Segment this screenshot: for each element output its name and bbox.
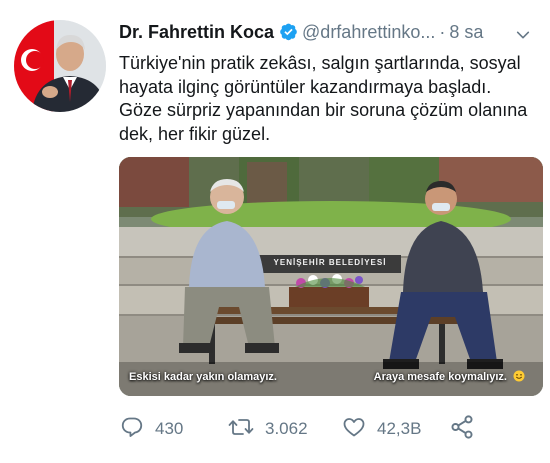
retweet-count: 3.062	[265, 419, 308, 438]
verified-badge-icon	[279, 22, 298, 46]
reply-count: 430	[155, 419, 184, 438]
like-button[interactable]: 42,3B	[341, 414, 421, 444]
media-caption-right: Araya mesafe koymalıyız.	[374, 370, 525, 383]
tweet-media[interactable]: YENİŞEHİR BELEDİYESİ Eskisi kadar yakın …	[119, 157, 543, 396]
retweet-button[interactable]: 3.062	[227, 414, 308, 444]
retweet-icon	[227, 415, 265, 444]
tweet-timestamp[interactable]: 8 sa	[449, 22, 483, 42]
share-button[interactable]	[449, 414, 485, 444]
tweet-header: Dr. Fahrettin Koca @drfahrettinko... · 8 sa	[119, 22, 539, 48]
media-caption-left: Eskisi kadar yakın olamayız.	[129, 371, 277, 383]
heart-icon	[341, 415, 377, 444]
share-icon	[449, 414, 485, 445]
chevron-down-icon[interactable]	[515, 27, 531, 48]
media-caption-right-text: Araya mesafe koymalıyız.	[373, 371, 507, 383]
meta-separator: ·	[439, 22, 446, 42]
like-count: 42,3B	[377, 419, 422, 438]
author-handle[interactable]: @drfahrettinko...	[302, 22, 435, 42]
tweet-text: Türkiye'nin pratik zekâsı, salgın şartla…	[119, 53, 528, 144]
smiling-face-icon	[513, 370, 525, 382]
author-avatar[interactable]	[14, 20, 106, 112]
bench-sign-text: YENİŞEHİR BELEDİYESİ	[273, 258, 387, 267]
reply-icon	[119, 415, 155, 444]
tweet-actions: 430 3.062 42,3B	[119, 414, 539, 444]
avatar-photo	[14, 20, 106, 112]
reply-button[interactable]: 430	[119, 414, 183, 444]
media-photo	[119, 157, 543, 396]
author-name[interactable]: Dr. Fahrettin Koca	[119, 22, 274, 42]
